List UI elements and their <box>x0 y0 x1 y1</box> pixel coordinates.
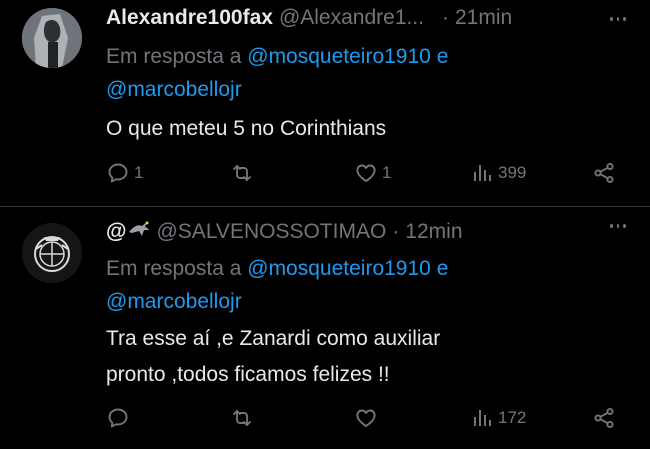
tweet-text-line: O que meteu 5 no Corinthians <box>106 117 387 140</box>
reply-prefix: Em resposta a <box>106 257 242 280</box>
share-button[interactable] <box>592 403 616 433</box>
tweet-text: O que meteu 5 no Corinthians <box>106 111 386 147</box>
like-button[interactable]: 1 <box>354 158 391 188</box>
tweet-header: Alexandre100fax @Alexandre1... · 21min <box>106 2 512 34</box>
tweet-text-line: Tra esse aí ,e Zanardi como auxiliar <box>106 327 441 350</box>
mention-and: e <box>436 45 449 68</box>
views-icon <box>470 406 494 430</box>
more-icon[interactable] <box>610 224 627 228</box>
views-icon <box>470 161 494 185</box>
like-icon <box>354 406 378 430</box>
reply-button[interactable] <box>106 403 134 433</box>
tweet-1[interactable]: Alexandre100fax @Alexandre1... · 21min E… <box>0 0 650 206</box>
tweet-text-line: pronto ,todos ficamos felizes !! <box>106 363 390 386</box>
separator-dot: · <box>442 6 449 29</box>
views-button[interactable]: 399 <box>470 158 526 188</box>
mention-link[interactable]: @marcobellojr <box>106 78 242 101</box>
retweet-icon <box>230 406 254 430</box>
username[interactable]: @SALVENOSSOTIMAO <box>156 220 386 244</box>
tweet-header: @ @SALVENOSSOTIMAO · 12min <box>106 216 463 248</box>
views-button[interactable]: 172 <box>470 403 526 433</box>
avatar[interactable] <box>22 223 82 283</box>
timestamp[interactable]: 21min <box>455 6 512 30</box>
share-button[interactable] <box>592 158 616 188</box>
avatar[interactable] <box>22 8 82 68</box>
like-button[interactable] <box>354 403 382 433</box>
mention-link[interactable]: @marcobellojr <box>106 290 242 313</box>
reply-count: 1 <box>134 163 144 182</box>
views-count: 172 <box>498 408 527 427</box>
display-name[interactable]: Alexandre100fax <box>106 6 273 30</box>
more-icon[interactable] <box>610 17 627 21</box>
mention-and: e <box>436 257 449 280</box>
like-count: 1 <box>382 163 392 182</box>
username[interactable]: @Alexandre1... <box>279 6 424 30</box>
retweet-icon <box>230 161 254 185</box>
share-icon <box>592 161 616 185</box>
reply-button[interactable]: 1 <box>106 158 143 188</box>
mention-link[interactable]: @mosqueteiro1910 <box>247 45 431 68</box>
tweet-2[interactable]: @ @SALVENOSSOTIMAO · 12min Em resposta a… <box>0 207 650 449</box>
timestamp[interactable]: 12min <box>405 220 462 244</box>
tweet-text: Tra esse aí ,e Zanardi como auxiliar pro… <box>106 321 440 393</box>
like-icon <box>354 161 378 185</box>
reply-icon <box>106 161 130 185</box>
share-icon <box>592 406 616 430</box>
mention-link[interactable]: @mosqueteiro1910 <box>247 257 431 280</box>
reply-context: Em resposta a @mosqueteiro1910 e @marcob… <box>106 252 448 318</box>
reply-prefix: Em resposta a <box>106 45 242 68</box>
tweet-actions: 1 1 399 <box>106 158 626 188</box>
retweet-button[interactable] <box>230 158 258 188</box>
reply-context: Em resposta a @mosqueteiro1910 e @marcob… <box>106 40 448 106</box>
eagle-emoji-icon <box>128 220 150 244</box>
retweet-button[interactable] <box>230 403 258 433</box>
tweet-actions: 172 <box>106 403 626 433</box>
separator-dot: · <box>392 220 400 243</box>
display-name[interactable]: @ <box>106 220 126 244</box>
views-count: 399 <box>498 163 527 182</box>
reply-icon <box>106 406 130 430</box>
